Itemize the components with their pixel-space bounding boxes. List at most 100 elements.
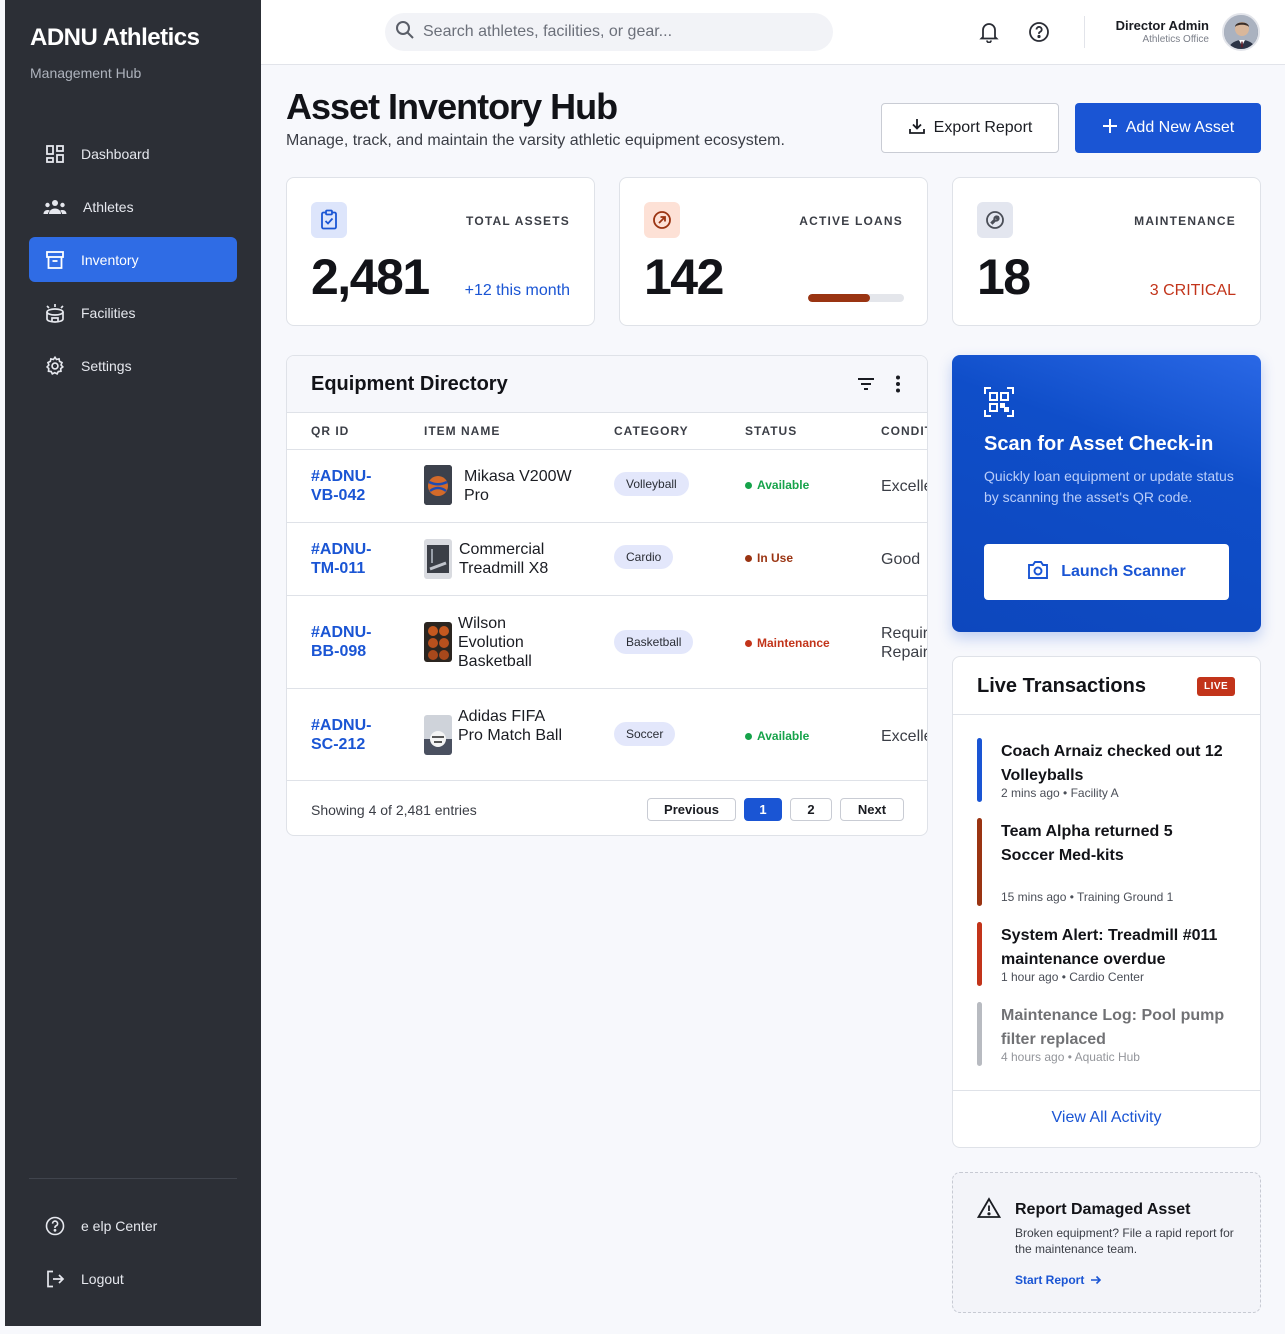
item-thumbnail bbox=[424, 715, 452, 755]
live-transactions: Live Transactions LIVE Coach Arnaiz chec… bbox=[952, 656, 1261, 1148]
export-report-button[interactable]: Export Report bbox=[881, 103, 1059, 153]
stat-card-maintenance: MAINTENANCE 18 3 CRITICAL bbox=[952, 177, 1261, 326]
pagination-page-2[interactable]: 2 bbox=[790, 798, 832, 821]
view-all-activity-link[interactable]: View All Activity bbox=[953, 1109, 1260, 1127]
sidebar-item-facilities[interactable]: Facilities bbox=[29, 290, 237, 335]
wrench-icon bbox=[977, 202, 1013, 238]
table-row[interactable]: #ADNU-BB-098 Wilson Evolution Basketball… bbox=[287, 595, 927, 688]
column-header-condition[interactable]: CONDIT bbox=[881, 424, 927, 438]
transaction-title: Coach Arnaiz checked out 12 Volleyballs bbox=[1001, 743, 1223, 784]
clipboard-check-icon bbox=[311, 202, 347, 238]
qr-id-link[interactable]: #ADNU-TM-011 bbox=[311, 540, 391, 578]
sidebar-item-dashboard[interactable]: Dashboard bbox=[29, 131, 237, 176]
directory-footer: Showing 4 of 2,481 entries Previous 1 2 … bbox=[287, 780, 927, 835]
sidebar-item-logout[interactable]: Logout bbox=[29, 1256, 237, 1301]
inventory-icon bbox=[43, 248, 67, 272]
transaction-indicator bbox=[977, 1002, 982, 1066]
sidebar-item-label: Inventory bbox=[81, 251, 139, 268]
warning-icon bbox=[976, 1197, 1002, 1224]
category-badge: Cardio bbox=[614, 545, 674, 569]
sidebar-item-settings[interactable]: Settings bbox=[29, 343, 237, 388]
pagination-previous-button[interactable]: Previous bbox=[647, 798, 736, 821]
stat-value: 142 bbox=[644, 249, 724, 305]
status-label: Maintenance bbox=[757, 636, 830, 650]
more-vertical-icon[interactable] bbox=[887, 373, 909, 400]
directory-title: Equipment Directory bbox=[311, 373, 508, 395]
user-role: Athletics Office bbox=[1142, 34, 1209, 45]
group-icon bbox=[43, 195, 67, 219]
start-report-link[interactable]: Start Report bbox=[1015, 1273, 1102, 1287]
status-badge: In Use bbox=[745, 551, 793, 565]
help-circle-icon[interactable] bbox=[1027, 20, 1051, 44]
item-name: Commercial Treadmill X8 bbox=[459, 541, 549, 577]
stat-note: 3 CRITICAL bbox=[1149, 282, 1236, 299]
stat-value: 2,481 bbox=[311, 249, 430, 305]
sidebar-item-inventory[interactable]: Inventory bbox=[29, 237, 237, 282]
sidebar-item-label: e elp Center bbox=[81, 1217, 158, 1234]
launch-scanner-button[interactable]: Launch Scanner bbox=[984, 544, 1229, 600]
plus-icon bbox=[1102, 118, 1126, 139]
condition-text: Excelle bbox=[881, 728, 928, 745]
item-thumbnail bbox=[424, 622, 452, 662]
live-transactions-title: Live Transactions bbox=[977, 675, 1146, 697]
item-name: Mikasa V200W Pro bbox=[464, 468, 572, 504]
stat-label: MAINTENANCE bbox=[1134, 214, 1236, 228]
transaction-title: Team Alpha returned 5 Soccer Med-kits bbox=[1001, 823, 1173, 864]
brand-title: ADNU Athletics bbox=[30, 24, 200, 51]
stat-card-active-loans: ACTIVE LOANS 142 bbox=[619, 177, 928, 326]
transaction-item[interactable]: Team Alpha returned 5 Soccer Med-kits 15… bbox=[977, 818, 1247, 906]
pagination-page-1[interactable]: 1 bbox=[744, 798, 782, 821]
search-input[interactable] bbox=[423, 23, 813, 41]
sidebar-item-athletes[interactable]: Athletes bbox=[29, 184, 237, 229]
category-badge: Basketball bbox=[614, 630, 694, 654]
qr-id-link[interactable]: #ADNU-BB-098 bbox=[311, 623, 391, 661]
column-header-category[interactable]: CATEGORY bbox=[614, 424, 689, 438]
sidebar-item-label: Dashboard bbox=[81, 145, 150, 162]
qr-id-link[interactable]: #ADNU-VB-042 bbox=[311, 467, 391, 505]
page-subtitle: Manage, track, and maintain the varsity … bbox=[286, 132, 785, 149]
loan-progress-bar bbox=[808, 294, 904, 302]
search-icon bbox=[395, 20, 415, 45]
export-report-label: Export Report bbox=[933, 119, 1033, 136]
pagination-next-button[interactable]: Next bbox=[840, 798, 904, 821]
loan-progress-fill bbox=[808, 294, 871, 302]
status-badge: Maintenance bbox=[745, 636, 830, 650]
arrow-right-icon bbox=[1090, 1274, 1102, 1286]
stat-card-total-assets: TOTAL ASSETS 2,481 +12 this month bbox=[286, 177, 595, 326]
start-report-label: Start Report bbox=[1015, 1273, 1085, 1287]
table-row[interactable]: #ADNU-TM-011 Commercial Treadmill X8 Car… bbox=[287, 522, 927, 595]
column-header-item-name[interactable]: ITEM NAME bbox=[424, 424, 500, 438]
category-badge: Volleyball bbox=[614, 472, 689, 496]
equipment-directory: Equipment Directory QR ID ITEM NAME CATE… bbox=[286, 355, 928, 836]
bell-icon[interactable] bbox=[977, 20, 1001, 44]
add-new-asset-label: Add New Asset bbox=[1125, 119, 1235, 136]
avatar[interactable] bbox=[1222, 13, 1260, 51]
arrow-circle-icon bbox=[644, 202, 680, 238]
transaction-meta: 2 mins ago • Facility A bbox=[1001, 786, 1119, 800]
help-icon bbox=[43, 1214, 67, 1238]
column-header-qr-id[interactable]: QR ID bbox=[311, 424, 349, 438]
table-row[interactable]: #ADNU-SC-212 Adidas FIFA Pro Match Ball … bbox=[287, 688, 927, 780]
sidebar-item-label: Settings bbox=[81, 357, 132, 374]
column-header-status[interactable]: STATUS bbox=[745, 424, 797, 438]
entries-count: Showing 4 of 2,481 entries bbox=[311, 802, 477, 818]
search-bar[interactable] bbox=[385, 13, 833, 51]
filter-icon[interactable] bbox=[855, 373, 877, 400]
transaction-meta: 1 hour ago • Cardio Center bbox=[1001, 970, 1144, 984]
sidebar-item-help[interactable]: e elp Center bbox=[29, 1203, 237, 1248]
stat-note: +12 this month bbox=[464, 282, 570, 299]
divider bbox=[953, 1090, 1260, 1091]
transaction-item[interactable]: Maintenance Log: Pool pump filter replac… bbox=[977, 1002, 1247, 1066]
logout-icon bbox=[43, 1267, 67, 1291]
topbar-separator bbox=[1084, 16, 1085, 48]
report-description: Broken equipment? File a rapid report fo… bbox=[1015, 1226, 1234, 1256]
scan-title: Scan for Asset Check-in bbox=[984, 433, 1214, 455]
add-new-asset-button[interactable]: Add New Asset bbox=[1075, 103, 1261, 153]
divider bbox=[953, 714, 1260, 715]
sidebar-item-label: Logout bbox=[81, 1270, 124, 1287]
qr-id-link[interactable]: #ADNU-SC-212 bbox=[311, 716, 391, 754]
transaction-item[interactable]: System Alert: Treadmill #011 maintenance… bbox=[977, 922, 1247, 986]
download-icon bbox=[908, 117, 934, 140]
table-row[interactable]: #ADNU-VB-042 Mikasa V200W Pro Volleyball… bbox=[287, 449, 927, 522]
transaction-item[interactable]: Coach Arnaiz checked out 12 Volleyballs … bbox=[977, 738, 1247, 802]
